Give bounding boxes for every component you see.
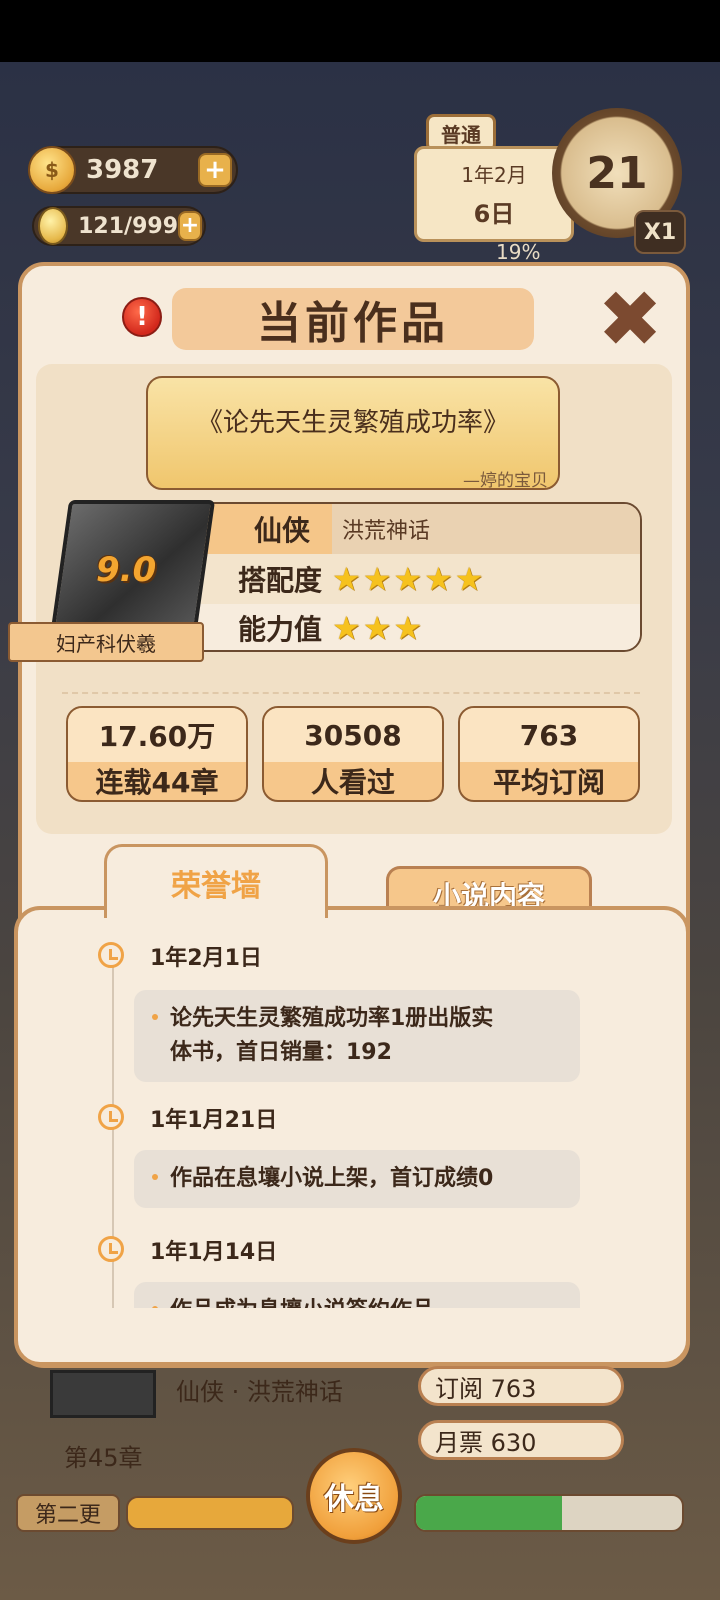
timeline-date: 1年1月21日 (150, 1108, 278, 1133)
add-inspiration-button[interactable]: + (178, 211, 202, 241)
rest-button[interactable]: 休息 (306, 1448, 402, 1544)
genre-sub: 洪荒神话 (342, 519, 431, 544)
star-icon: ★ (424, 560, 453, 598)
genre-info-table: 仙侠 洪荒神话 搭配度 ★ ★ ★ ★ ★ 能力值 ★ ★ ★ (180, 502, 642, 652)
ability-stars: ★ ★ ★ (332, 612, 422, 644)
star-icon: ★ (454, 560, 484, 598)
stat-words-label: 连载44章 (95, 766, 219, 799)
star-icon: ★ (362, 560, 392, 598)
timeline-text-line1: 作品在息壤小说上架，首订成绩0 (170, 1166, 494, 1191)
status-bar (0, 0, 720, 62)
timeline-date: 1年1月14日 (150, 1240, 278, 1265)
coin-icon: $ (28, 146, 76, 194)
bottom-genre-line: 仙侠 · 洪荒神话 (176, 1378, 343, 1406)
coin-value: 3987 (86, 155, 159, 185)
match-stars: ★ ★ ★ ★ ★ (332, 563, 483, 595)
bullet-dot (152, 1306, 158, 1308)
stat-readers: 30508 人看过 (262, 706, 444, 802)
star-icon: ★ (332, 560, 361, 598)
coin-counter: $ 3987 + (28, 146, 238, 194)
bullet-dot (152, 1174, 158, 1180)
date-day: 6日 (473, 200, 515, 228)
second-update-button[interactable]: 第二更 (16, 1494, 120, 1532)
date-month: 1年2月 (461, 163, 527, 187)
timeline-text-line1: 论先天生灵繁殖成功率1册出版实 (170, 1006, 494, 1031)
clock-icon (98, 1104, 124, 1130)
divider (62, 692, 640, 694)
alert-icon[interactable]: ! (122, 297, 162, 337)
tab-honor-wall[interactable]: 荣誉墙 (104, 844, 328, 918)
speed-button[interactable]: X1 (634, 210, 686, 254)
honor-wall-panel[interactable]: 1年2月1日 论先天生灵繁殖成功率1册出版实 体书，首日销量：192 1年1月2… (14, 906, 690, 1366)
ability-label: 能力值 (237, 613, 322, 646)
cover-score: 9.0 (96, 550, 157, 590)
modal-title: 当前作品 (172, 288, 534, 350)
ability-row: 能力值 ★ ★ ★ (182, 604, 640, 650)
energy-progress-bar (414, 1494, 684, 1532)
stat-subscriptions-value: 763 (460, 708, 638, 762)
energy-percent: 19% (496, 240, 541, 264)
energy-progress-fill (416, 1496, 563, 1530)
star-icon: ★ (393, 609, 423, 647)
timeline-entry: 论先天生灵繁殖成功率1册出版实 体书，首日销量：192 (134, 990, 580, 1082)
inspiration-value: 121/999 (78, 213, 179, 239)
lightbulb-icon (38, 207, 69, 245)
timeline-text-line1: 作品成为息壤小说签约作品 (170, 1294, 566, 1308)
book-title: 《论先天生灵繁殖成功率》 (196, 408, 509, 438)
timeline-text-line2: 体书，首日销量：192 (170, 1040, 392, 1065)
star-icon: ★ (393, 560, 423, 598)
stat-readers-value: 30508 (264, 708, 442, 762)
timeline-entry: 作品成为息壤小说签约作品 (134, 1282, 580, 1308)
author-name: —婷的宝贝 (463, 471, 548, 491)
timeline-entry: 作品在息壤小说上架，首订成绩0 (134, 1150, 580, 1208)
cover-banner: 妇产科伏羲 (8, 622, 204, 662)
star-icon: ★ (332, 609, 361, 647)
clock-icon (98, 942, 124, 968)
clock-icon (98, 1236, 124, 1262)
stat-subscriptions: 763 平均订阅 (458, 706, 640, 802)
star-icon: ★ (362, 609, 392, 647)
subscribe-pill: 订阅 763 (418, 1366, 624, 1406)
timeline-date: 1年2月1日 (150, 946, 262, 971)
bullet-dot (152, 1014, 158, 1020)
stat-subscriptions-label: 平均订阅 (492, 766, 605, 799)
match-row: 搭配度 ★ ★ ★ ★ ★ (182, 554, 640, 604)
genre-row: 仙侠 洪荒神话 (182, 504, 640, 554)
bottom-book-cover (50, 1370, 156, 1418)
stat-words-value: 17.60万 (68, 708, 246, 762)
timeline-scroll[interactable]: 1年2月1日 论先天生灵繁殖成功率1册出版实 体书，首日销量：192 1年1月2… (18, 910, 686, 1308)
date-card: 1年2月 6日 (414, 146, 574, 242)
inspiration-counter: 121/999 + (32, 206, 206, 246)
close-button[interactable]: ✖ (594, 281, 666, 359)
monthly-ticket-pill: 月票 630 (418, 1420, 624, 1460)
stat-words: 17.60万 连载44章 (66, 706, 248, 802)
stat-readers-label: 人看过 (310, 766, 395, 799)
add-coins-button[interactable]: + (198, 153, 232, 187)
writing-progress-bar (126, 1496, 294, 1530)
chapter-label: 第45章 (64, 1444, 143, 1472)
